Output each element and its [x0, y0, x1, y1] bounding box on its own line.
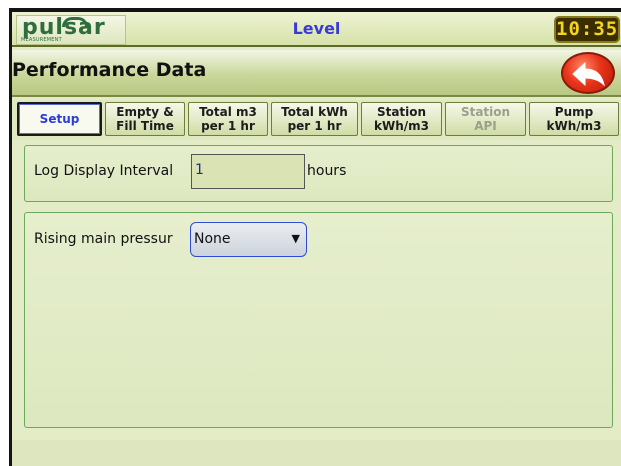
top-bar: pulsar MEASUREMENT Level 10:35: [12, 12, 621, 47]
tab-station-kwh-m3[interactable]: Station kWh/m3: [361, 102, 442, 136]
log-interval-unit: hours: [307, 163, 347, 179]
log-interval-input[interactable]: 1: [191, 154, 305, 189]
hmi-screen: pulsar MEASUREMENT Level 10:35 Performan…: [12, 12, 621, 466]
tab-pump-kwh-m3[interactable]: Pump kWh/m3: [529, 102, 619, 136]
page-title: Performance Data: [12, 59, 207, 81]
tab-empty-fill-time[interactable]: Empty & Fill Time: [105, 102, 185, 136]
back-arrow-icon: [572, 61, 605, 87]
rising-main-panel: Rising main pressur None ▼: [24, 212, 613, 428]
tab-setup[interactable]: Setup: [17, 102, 102, 136]
screen-title: Level: [292, 19, 341, 38]
page-header: Performance Data: [12, 50, 621, 97]
rising-main-label: Rising main pressur: [34, 231, 173, 247]
tab-station-api: Station API: [445, 102, 526, 136]
tab-total-m3[interactable]: Total m3 per 1 hr: [188, 102, 268, 136]
log-interval-panel: Log Display Interval 1 hours: [24, 145, 613, 202]
clock-display: 10:35: [554, 16, 620, 43]
log-interval-label: Log Display Interval: [34, 163, 174, 179]
rising-main-select[interactable]: None ▼: [190, 222, 307, 257]
rising-main-selected-value: None: [194, 231, 231, 247]
tab-bar: Setup Empty & Fill Time Total m3 per 1 h…: [12, 100, 621, 140]
tab-total-kwh[interactable]: Total kWh per 1 hr: [271, 102, 358, 136]
dropdown-arrow-icon: ▼: [291, 232, 300, 245]
bottom-strip: [12, 440, 621, 466]
back-button[interactable]: [561, 52, 615, 94]
